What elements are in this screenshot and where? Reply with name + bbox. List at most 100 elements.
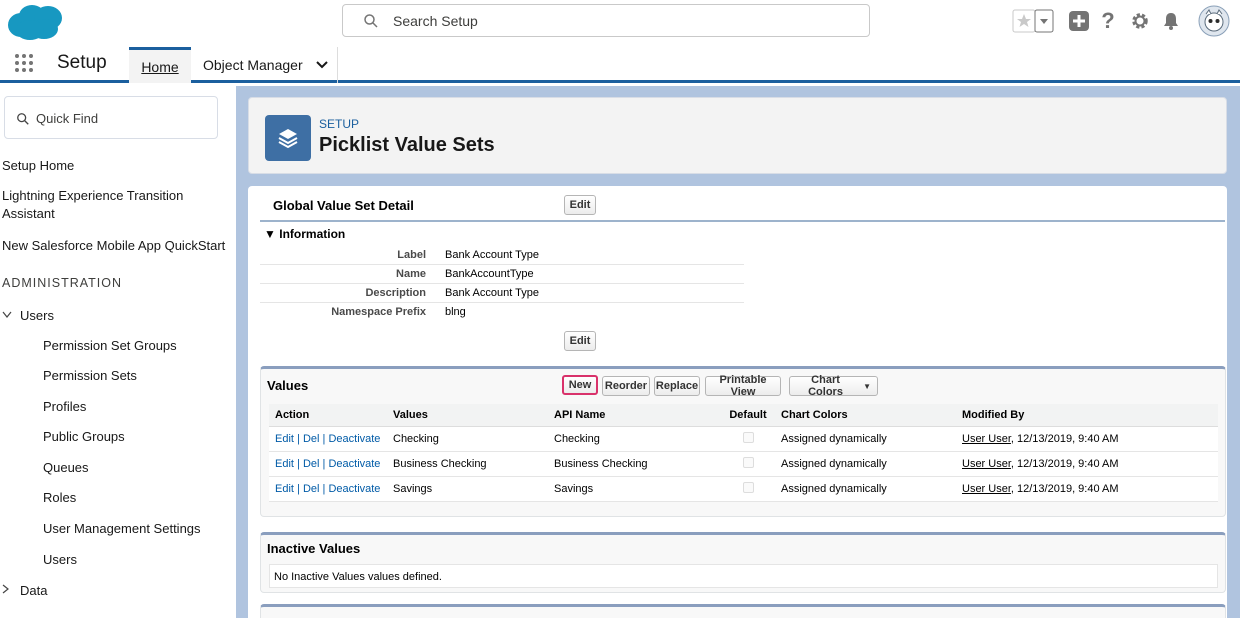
sidebar-item-users[interactable]: Users	[43, 552, 77, 567]
triangle-down-icon: ▼	[264, 227, 276, 241]
edit-button-bottom[interactable]: Edit	[564, 331, 596, 351]
chevron-down-icon[interactable]	[2, 310, 12, 322]
chevron-down-icon[interactable]	[315, 60, 329, 70]
deactivate-link[interactable]: Deactivate	[328, 433, 380, 445]
inactive-values-related-list: Inactive Values No Inactive Values value…	[260, 532, 1226, 593]
page-header: SETUP Picklist Value Sets	[248, 97, 1227, 174]
chart-color-cell: Assigned dynamically	[775, 476, 956, 502]
delete-link[interactable]: Del	[303, 433, 320, 445]
delete-link[interactable]: Del	[303, 458, 320, 470]
setup-gear-button[interactable]	[1128, 6, 1152, 36]
default-checkbox	[742, 431, 754, 443]
information-section-toggle[interactable]: ▼ Information	[264, 227, 345, 241]
default-cell	[721, 476, 775, 502]
action-cell: Edit | Del | Deactivate	[269, 451, 387, 477]
global-search-input[interactable]	[393, 11, 843, 31]
user-link[interactable]: User User	[962, 433, 1011, 445]
global-header: ?	[0, 0, 1240, 44]
value-cell: Checking	[387, 426, 548, 452]
notifications-button[interactable]	[1160, 6, 1182, 36]
edit-link[interactable]: Edit	[275, 458, 294, 470]
breadcrumb: SETUP	[319, 117, 360, 131]
field-label: Namespace Prefix	[331, 306, 426, 318]
sidebar-group-data[interactable]: Data	[20, 582, 47, 600]
tab-object-manager[interactable]: Object Manager	[192, 47, 338, 83]
column-header: Modified By	[956, 404, 1218, 427]
chevron-right-icon[interactable]	[2, 584, 10, 597]
tab-home-label: Home	[141, 58, 179, 75]
detail-section-title: Global Value Set Detail	[273, 198, 414, 213]
sidebar-item-queues[interactable]: Queues	[43, 460, 89, 475]
column-header: Values	[387, 404, 548, 427]
sidebar-item-public-groups[interactable]: Public Groups	[43, 429, 125, 444]
user-link[interactable]: User User	[962, 458, 1011, 470]
sidebar-group-users[interactable]: Users	[20, 307, 54, 325]
sidebar-item-profiles[interactable]: Profiles	[43, 399, 86, 414]
sidebar-item-mobile-quickstart[interactable]: New Salesforce Mobile App QuickStart	[2, 237, 236, 255]
layers-icon	[265, 115, 311, 161]
star-icon	[1012, 9, 1054, 33]
help-icon[interactable]: ?	[1097, 6, 1119, 36]
action-cell: Edit | Del | Deactivate	[269, 426, 387, 452]
global-actions-button[interactable]	[1068, 6, 1090, 36]
tab-object-manager-label: Object Manager	[203, 57, 303, 73]
value-cell: Savings	[387, 476, 548, 502]
app-launcher-icon[interactable]	[14, 53, 34, 73]
favorites-button[interactable]	[1012, 6, 1054, 36]
printable-view-button[interactable]: Printable View	[705, 374, 781, 398]
chart-color-cell: Assigned dynamically	[775, 426, 956, 452]
field-row-label: Label Bank Account Type	[260, 246, 744, 265]
next-related-list	[260, 604, 1226, 618]
inactive-values-title: Inactive Values	[267, 541, 361, 556]
values-related-list: Values New Reorder Replace Printable Vie…	[260, 366, 1226, 517]
sidebar-item-permission-sets[interactable]: Permission Sets	[43, 368, 137, 383]
sidebar-item-lightning-transition[interactable]: Lightning Experience Transition Assistan…	[2, 187, 232, 223]
column-header: Default	[721, 404, 775, 427]
field-label: Label	[397, 249, 426, 261]
tab-home[interactable]: Home	[129, 47, 191, 83]
salesforce-logo[interactable]	[6, 3, 64, 41]
edit-link[interactable]: Edit	[275, 483, 294, 495]
sidebar-item-user-management-settings[interactable]: User Management Settings	[43, 521, 201, 536]
app-navigation: Setup Home Object Manager	[0, 44, 1240, 83]
default-checkbox	[742, 481, 754, 493]
avatar-icon	[1198, 5, 1230, 37]
replace-button[interactable]: Replace	[654, 376, 700, 396]
sidebar-item-roles[interactable]: Roles	[43, 490, 76, 505]
table-row: Edit | Del | Deactivate Savings Savings …	[269, 476, 1218, 502]
search-icon	[364, 14, 378, 28]
field-value: Bank Account Type	[445, 287, 539, 299]
new-value-button[interactable]: New	[562, 375, 598, 395]
page-title: Picklist Value Sets	[319, 134, 495, 156]
user-avatar[interactable]	[1198, 5, 1230, 37]
sidebar-item-setup-home[interactable]: Setup Home	[2, 157, 74, 175]
modified-date: , 12/13/2019, 9:40 AM	[1010, 432, 1119, 445]
caret-down-icon: ▼	[863, 381, 871, 391]
deactivate-link[interactable]: Deactivate	[328, 483, 380, 495]
quick-find[interactable]	[4, 96, 218, 139]
reorder-button[interactable]: Reorder	[602, 376, 650, 396]
sidebar-item-permission-set-groups[interactable]: Permission Set Groups	[43, 338, 177, 353]
api-name-cell: Business Checking	[548, 451, 721, 477]
chart-colors-button[interactable]: Chart Colors ▼	[789, 374, 878, 398]
global-search[interactable]	[342, 4, 870, 37]
field-value: BankAccountType	[445, 268, 534, 280]
table-row: Edit | Del | Deactivate Business Checkin…	[269, 451, 1218, 477]
modified-date: , 12/13/2019, 9:40 AM	[1010, 457, 1119, 470]
deactivate-link[interactable]: Deactivate	[328, 458, 380, 470]
field-label: Name	[396, 268, 426, 280]
modified-date: , 12/13/2019, 9:40 AM	[1010, 482, 1119, 495]
main-content-area: SETUP Picklist Value Sets Global Value S…	[236, 86, 1240, 618]
action-cell: Edit | Del | Deactivate	[269, 476, 387, 502]
quick-find-input[interactable]	[36, 109, 206, 127]
field-row-namespace: Namespace Prefix blng	[260, 303, 744, 322]
section-divider	[260, 220, 1225, 222]
edit-button-top[interactable]: Edit	[564, 195, 596, 215]
search-icon	[17, 113, 29, 125]
field-row-description: Description Bank Account Type	[260, 284, 744, 303]
gear-icon	[1132, 13, 1148, 29]
edit-link[interactable]: Edit	[275, 433, 294, 445]
delete-link[interactable]: Del	[303, 483, 320, 495]
user-link[interactable]: User User	[962, 483, 1011, 495]
bell-icon	[1164, 13, 1178, 30]
